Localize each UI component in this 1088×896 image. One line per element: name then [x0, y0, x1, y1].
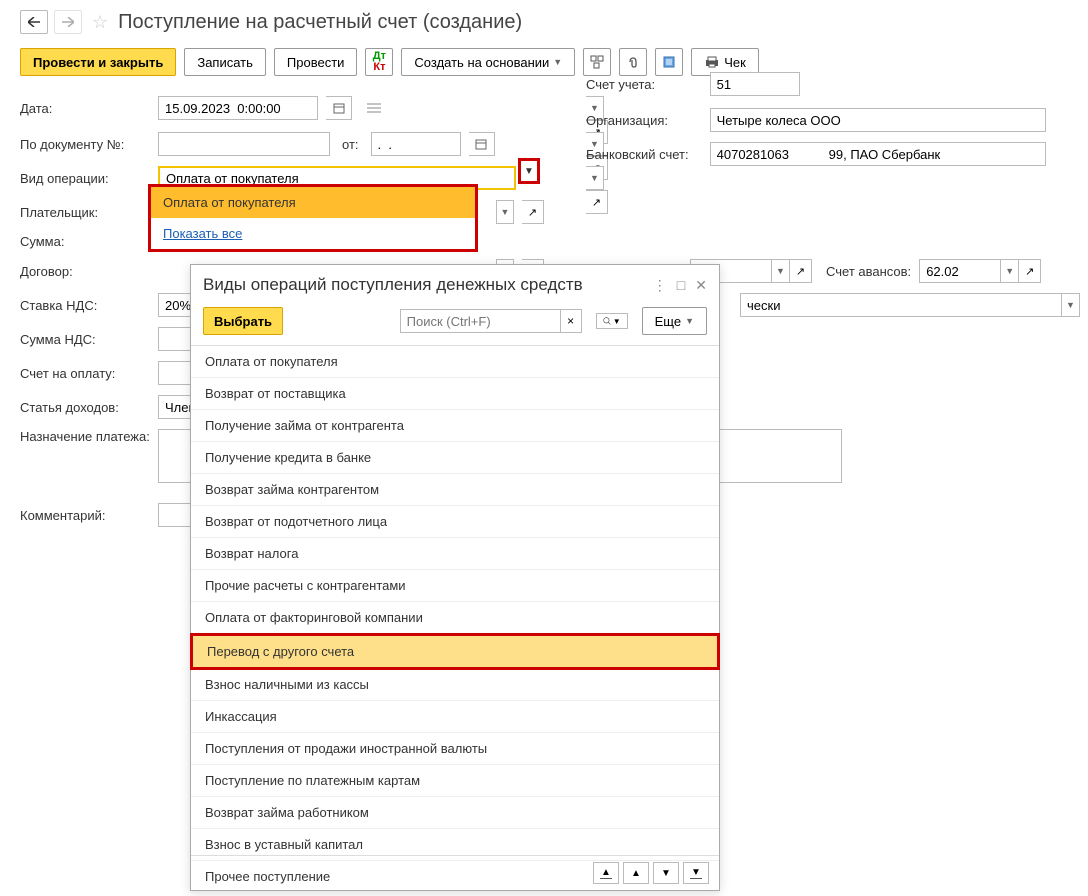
dtkt-button[interactable]: ДтКт: [365, 48, 393, 76]
back-button[interactable]: [20, 10, 48, 34]
bankacc-input[interactable]: [710, 142, 1046, 166]
org-input[interactable]: [710, 108, 1046, 132]
org-label: Организация:: [586, 113, 706, 128]
modal-nav-top[interactable]: ▲: [593, 862, 619, 884]
submit-button[interactable]: Провести и закрыть: [20, 48, 176, 76]
vatsum-label: Сумма НДС:: [20, 332, 150, 347]
printer-icon: [704, 56, 720, 68]
invoice-label: Счет на оплату:: [20, 366, 150, 381]
contract-label: Договор:: [20, 264, 150, 279]
docno-input[interactable]: [158, 132, 330, 156]
optype-show-all[interactable]: Показать все: [151, 218, 475, 249]
post-button[interactable]: Провести: [274, 48, 358, 76]
list-icon-button[interactable]: [360, 94, 388, 122]
optype-dropdown: Оплата от покупателя Показать все: [148, 184, 478, 252]
vatrate-label: Ставка НДС:: [20, 298, 150, 313]
date-label: Дата:: [20, 101, 150, 116]
forward-button[interactable]: [54, 10, 82, 34]
operation-type-row[interactable]: Поступление по платежным картам: [191, 765, 719, 797]
from-label: от:: [342, 137, 359, 152]
modal-search-button[interactable]: ▼: [596, 313, 628, 329]
date-input[interactable]: [158, 96, 318, 120]
operation-types-modal: Виды операций поступления денежных средс…: [190, 264, 720, 891]
bankacc-label: Банковский счет:: [586, 147, 706, 162]
operation-type-row[interactable]: Оплата от покупателя: [191, 346, 719, 378]
operation-type-row[interactable]: Прочие расчеты с контрагентами: [191, 570, 719, 602]
modal-select-button[interactable]: Выбрать: [203, 307, 283, 335]
favorite-icon[interactable]: ☆: [92, 12, 108, 33]
auto-input[interactable]: [740, 293, 1062, 317]
payer-label: Плательщик:: [20, 205, 150, 220]
caret-icon: ▼: [553, 57, 562, 67]
save-button[interactable]: Записать: [184, 48, 266, 76]
modal-more-icon[interactable]: ⋮: [653, 277, 667, 294]
advance-dd[interactable]: ▼: [1001, 259, 1019, 283]
modal-more-button[interactable]: Еще ▼: [642, 307, 707, 335]
docno-calendar[interactable]: [469, 132, 495, 156]
modal-maximize-icon[interactable]: □: [677, 277, 685, 293]
operation-type-row[interactable]: Оплата от факторинговой компании: [191, 602, 719, 634]
create-based-button[interactable]: Создать на основании ▼: [401, 48, 575, 76]
operation-type-row[interactable]: Поступления от продажи иностранной валют…: [191, 733, 719, 765]
advance-open[interactable]: ↗: [1019, 259, 1041, 283]
account-label: Счет учета:: [586, 77, 706, 92]
comment-label: Комментарий:: [20, 508, 150, 523]
extra-open[interactable]: ↗: [790, 259, 812, 283]
payer-open[interactable]: ↗: [522, 200, 544, 224]
payer-dd[interactable]: ▼: [496, 200, 514, 224]
modal-title: Виды операций поступления денежных средс…: [203, 275, 643, 295]
extra-dd[interactable]: ▼: [772, 259, 790, 283]
auto-dd[interactable]: ▼: [1062, 293, 1080, 317]
modal-close-icon[interactable]: ✕: [695, 277, 707, 294]
modal-nav-up[interactable]: ▲: [623, 862, 649, 884]
operation-type-row[interactable]: Перевод с другого счета: [190, 633, 720, 670]
modal-nav-down[interactable]: ▼: [653, 862, 679, 884]
calendar-button[interactable]: [326, 96, 352, 120]
income-label: Статья доходов:: [20, 400, 150, 415]
modal-search-input[interactable]: [400, 309, 560, 333]
optype-label: Вид операции:: [20, 171, 150, 186]
modal-search-clear[interactable]: ×: [560, 309, 582, 333]
operation-type-row[interactable]: Возврат от подотчетного лица: [191, 506, 719, 538]
modal-nav-bottom[interactable]: ▼: [683, 862, 709, 884]
advance-input[interactable]: [919, 259, 1001, 283]
docno-label: По документу №:: [20, 137, 150, 152]
advance-label: Счет авансов:: [826, 264, 911, 279]
page-title: Поступление на расчетный счет (создание): [118, 11, 522, 34]
operation-type-row[interactable]: Возврат от поставщика: [191, 378, 719, 410]
optype-dropdown-button[interactable]: ▼: [518, 158, 540, 184]
optype-option-selected[interactable]: Оплата от покупателя: [151, 187, 475, 218]
operation-type-row[interactable]: Взнос наличными из кассы: [191, 669, 719, 701]
operation-type-row[interactable]: Возврат займа работником: [191, 797, 719, 829]
docno-date-input[interactable]: [371, 132, 461, 156]
operation-type-row[interactable]: Возврат займа контрагентом: [191, 474, 719, 506]
operation-type-row[interactable]: Возврат налога: [191, 538, 719, 570]
bankacc-open[interactable]: ↗: [586, 190, 608, 214]
bankacc-dd[interactable]: ▼: [586, 166, 604, 190]
operation-type-row[interactable]: Получение займа от контрагента: [191, 410, 719, 442]
operation-type-row[interactable]: Получение кредита в банке: [191, 442, 719, 474]
sum-label: Сумма:: [20, 234, 150, 249]
account-input[interactable]: [710, 72, 800, 96]
operation-type-row[interactable]: Инкассация: [191, 701, 719, 733]
purpose-label: Назначение платежа:: [20, 429, 150, 444]
